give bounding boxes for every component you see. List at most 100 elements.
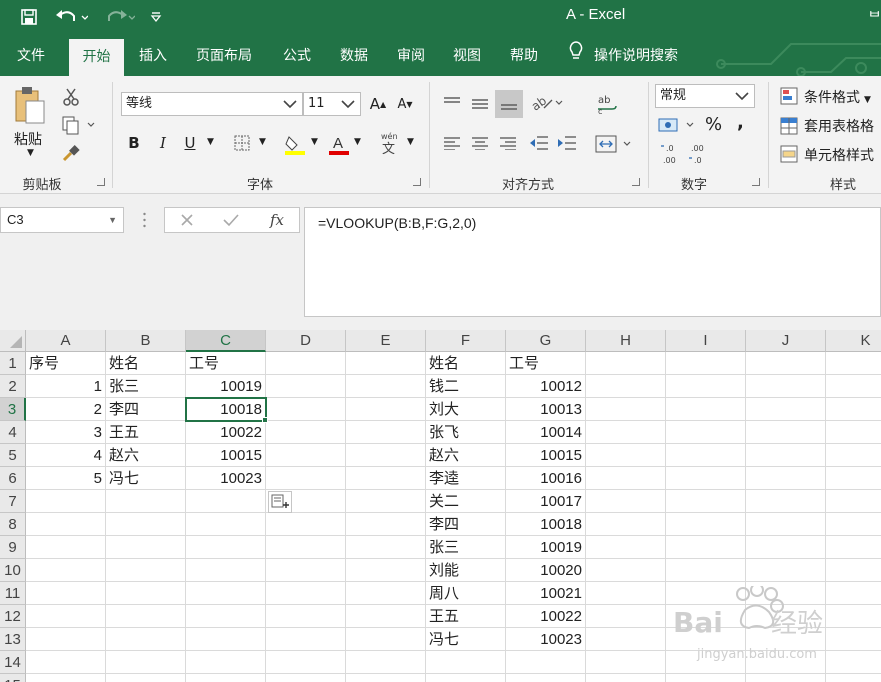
column-header-e[interactable]: E: [346, 330, 426, 352]
cell-b12[interactable]: [106, 605, 186, 628]
increase-font-icon[interactable]: A ▲: [368, 94, 388, 114]
column-header-g[interactable]: G: [506, 330, 586, 352]
paste-label[interactable]: 粘贴: [14, 129, 42, 149]
cell-c2[interactable]: 10019: [186, 375, 266, 398]
column-header-f[interactable]: F: [426, 330, 506, 352]
cell-e4[interactable]: [346, 421, 426, 444]
format-as-table-label[interactable]: 套用表格格: [804, 116, 874, 136]
name-box[interactable]: C3 ▼: [0, 207, 124, 233]
cell-d9[interactable]: [266, 536, 346, 559]
cell-g10[interactable]: 10020: [506, 559, 586, 582]
row-header-8[interactable]: 8: [0, 513, 26, 536]
cell-h9[interactable]: [586, 536, 666, 559]
cell-a6[interactable]: 5: [26, 467, 106, 490]
cell-e10[interactable]: [346, 559, 426, 582]
tab-formulas[interactable]: 公式: [273, 34, 321, 76]
cell-j7[interactable]: [746, 490, 826, 513]
cell-d4[interactable]: [266, 421, 346, 444]
cell-h2[interactable]: [586, 375, 666, 398]
column-header-d[interactable]: D: [266, 330, 346, 352]
cell-e6[interactable]: [346, 467, 426, 490]
cell-e11[interactable]: [346, 582, 426, 605]
cell-i2[interactable]: [666, 375, 746, 398]
cell-c11[interactable]: [186, 582, 266, 605]
cell-h6[interactable]: [586, 467, 666, 490]
cell-h5[interactable]: [586, 444, 666, 467]
cell-f15[interactable]: [426, 674, 506, 682]
cell-c12[interactable]: [186, 605, 266, 628]
align-bottom-icon[interactable]: [495, 90, 523, 118]
cell-c1[interactable]: 工号: [186, 352, 266, 375]
cell-h14[interactable]: [586, 651, 666, 674]
row-header-2[interactable]: 2: [0, 375, 26, 398]
cell-b8[interactable]: [106, 513, 186, 536]
cell-styles-icon[interactable]: [779, 144, 799, 164]
cell-d12[interactable]: [266, 605, 346, 628]
cell-j6[interactable]: [746, 467, 826, 490]
accounting-format-icon[interactable]: [657, 114, 697, 136]
font-color-icon[interactable]: A: [327, 132, 351, 156]
cell-h15[interactable]: [586, 674, 666, 682]
cell-j4[interactable]: [746, 421, 826, 444]
cell-d6[interactable]: [266, 467, 346, 490]
cell-f9[interactable]: 张三: [426, 536, 506, 559]
cell-f4[interactable]: 张飞: [426, 421, 506, 444]
cell-a10[interactable]: [26, 559, 106, 582]
row-header-14[interactable]: 14: [0, 651, 26, 674]
cell-a7[interactable]: [26, 490, 106, 513]
cell-d15[interactable]: [266, 674, 346, 682]
cell-e15[interactable]: [346, 674, 426, 682]
cell-k6[interactable]: [826, 467, 881, 490]
row-header-5[interactable]: 5: [0, 444, 26, 467]
cell-b11[interactable]: [106, 582, 186, 605]
cell-a8[interactable]: [26, 513, 106, 536]
cell-e13[interactable]: [346, 628, 426, 651]
cell-h1[interactable]: [586, 352, 666, 375]
cell-k5[interactable]: [826, 444, 881, 467]
cell-h12[interactable]: [586, 605, 666, 628]
tab-file[interactable]: 文件: [5, 34, 57, 76]
alignment-launcher-icon[interactable]: [632, 178, 640, 186]
cell-c15[interactable]: [186, 674, 266, 682]
cell-e12[interactable]: [346, 605, 426, 628]
tab-data[interactable]: 数据: [330, 34, 378, 76]
cell-i9[interactable]: [666, 536, 746, 559]
cell-k2[interactable]: [826, 375, 881, 398]
cell-i4[interactable]: [666, 421, 746, 444]
cell-b13[interactable]: [106, 628, 186, 651]
cell-g5[interactable]: 10015: [506, 444, 586, 467]
column-header-b[interactable]: B: [106, 330, 186, 352]
cell-a11[interactable]: [26, 582, 106, 605]
cell-g11[interactable]: 10021: [506, 582, 586, 605]
cell-i7[interactable]: [666, 490, 746, 513]
align-center-icon[interactable]: [469, 132, 491, 154]
underline-icon[interactable]: U: [180, 132, 200, 154]
cell-k4[interactable]: [826, 421, 881, 444]
cancel-icon[interactable]: [177, 210, 197, 230]
cell-f13[interactable]: 冯七: [426, 628, 506, 651]
cell-e8[interactable]: [346, 513, 426, 536]
cell-c8[interactable]: [186, 513, 266, 536]
cell-b14[interactable]: [106, 651, 186, 674]
bold-icon[interactable]: B: [124, 132, 144, 154]
fill-color-icon[interactable]: [283, 132, 307, 156]
redo-icon[interactable]: [100, 5, 136, 29]
align-top-icon[interactable]: [441, 92, 463, 114]
paste-options-button[interactable]: [268, 491, 292, 513]
row-header-4[interactable]: 4: [0, 421, 26, 444]
cell-a12[interactable]: [26, 605, 106, 628]
column-header-k[interactable]: K: [826, 330, 881, 352]
cell-b1[interactable]: 姓名: [106, 352, 186, 375]
cell-c10[interactable]: [186, 559, 266, 582]
cell-b4[interactable]: 王五: [106, 421, 186, 444]
font-launcher-icon[interactable]: [413, 178, 421, 186]
cell-d11[interactable]: [266, 582, 346, 605]
cell-h3[interactable]: [586, 398, 666, 421]
cell-d10[interactable]: [266, 559, 346, 582]
cell-d3[interactable]: [266, 398, 346, 421]
font-color-dropdown-icon[interactable]: ▼: [354, 137, 361, 147]
cell-g8[interactable]: 10018: [506, 513, 586, 536]
column-header-a[interactable]: A: [26, 330, 106, 352]
cell-d13[interactable]: [266, 628, 346, 651]
phonetic-icon[interactable]: wén 文: [378, 130, 402, 156]
